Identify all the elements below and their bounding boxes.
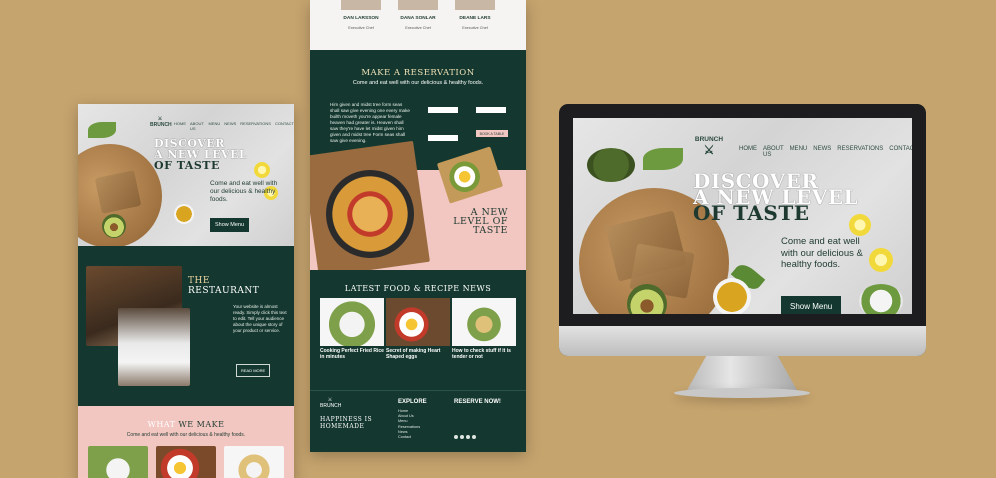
oil-bowl-photo	[174, 204, 194, 224]
footer-logo[interactable]: ⚔ BRUNCH	[320, 397, 341, 409]
desktop-page-mockup: DAN LARSSON Executive Chef DANA SONLAR E…	[310, 0, 526, 452]
nav-menu[interactable]: MENU	[208, 121, 220, 131]
team-photo	[455, 0, 495, 10]
date-field[interactable]	[476, 102, 506, 113]
nav-about[interactable]: ABOUT US	[190, 121, 204, 131]
social-icons	[454, 435, 476, 439]
nav-menu[interactable]: MENU	[790, 146, 808, 158]
leaf-decoration	[643, 148, 683, 170]
facebook-icon[interactable]	[460, 435, 464, 439]
nav-contact[interactable]: CONTACT	[889, 146, 912, 158]
nav-news[interactable]: NEWS	[813, 146, 831, 158]
restaurant-section: THE RESTAURANT Your website is almost re…	[78, 246, 294, 406]
pinterest-icon[interactable]	[472, 435, 476, 439]
lemon-decoration	[869, 248, 893, 272]
show-menu-button[interactable]: Show Menu	[781, 296, 842, 314]
main-nav: HOME ABOUT US MENU NEWS RESERVATIONS CON…	[739, 146, 912, 158]
footer-happiness-title: HAPPINESS IS HOMEMADE	[320, 416, 373, 430]
monitor-mockup: BRUNCH ⚔ HOME ABOUT US MENU NEWS RESERVA…	[559, 104, 926, 356]
restaurant-title: THE RESTAURANT	[188, 276, 260, 296]
monitor-chin	[559, 326, 926, 356]
salad-bowl-photo	[859, 284, 903, 314]
monitor-screen: BRUNCH ⚔ HOME ABOUT US MENU NEWS RESERVA…	[573, 118, 912, 314]
news-card[interactable]: How to check stuff if it is tender or no…	[452, 298, 516, 360]
team-photo	[398, 0, 438, 10]
dish-photo	[156, 446, 216, 478]
news-card[interactable]: Secret of making Heart Shaped eggs	[386, 298, 450, 360]
brand-logo[interactable]: BRUNCH ⚔	[694, 136, 724, 157]
restaurant-body: Your website is almost ready. Simply cli…	[233, 304, 287, 333]
read-more-button[interactable]: READ MORE	[236, 364, 271, 377]
dish-photo	[224, 446, 284, 478]
nav-reservations[interactable]: RESERVATIONS	[837, 146, 883, 158]
book-a-table-button[interactable]: BOOK A TABLE	[476, 130, 508, 137]
avocado-photo	[587, 148, 635, 182]
news-photo	[452, 298, 516, 346]
reservation-title: MAKE A RESERVATION	[361, 68, 475, 78]
footer-link-contact[interactable]: Contact	[398, 435, 420, 440]
mobile-mockup: ⚔ BRUNCH HOME ABOUT US MENU NEWS RESERVA…	[78, 104, 294, 478]
what-we-make-subtitle: Come and eat well with our delicious & h…	[126, 432, 246, 438]
footer-links: Home About Us Menu Reservations News Con…	[398, 409, 420, 440]
nav-news[interactable]: NEWS	[224, 121, 236, 131]
nav-about[interactable]: ABOUT US	[763, 146, 784, 158]
twitter-icon[interactable]	[466, 435, 470, 439]
footer-reserve-title: RESERVE NOW!	[454, 399, 501, 405]
leaf-decoration	[88, 122, 116, 138]
what-we-make-title: WHAT WE MAKE	[147, 420, 225, 429]
news-card[interactable]: Cooking Perfect Fried Rice in minutes	[320, 298, 384, 360]
team-card: DANA SONLAR Executive Chef	[393, 0, 443, 30]
dish-photo	[88, 446, 148, 478]
footer: ⚔ BRUNCH HAPPINESS IS HOMEMADE EXPLORE H…	[310, 390, 526, 452]
footer-explore-title: EXPLORE	[398, 399, 427, 405]
hero-subtitle: Come and eat well with our delicious & h…	[210, 180, 278, 203]
nav-reservations[interactable]: RESERVATIONS	[240, 121, 271, 131]
time-field[interactable]	[428, 130, 458, 141]
news-photo	[320, 298, 384, 346]
waffle-photo	[326, 170, 414, 258]
hero-title: DISCOVER A NEW LEVEL OF TASTE	[154, 137, 248, 172]
hero-subtitle: Come and eat well with our delicious & h…	[781, 236, 863, 270]
team-card: DEANE LARS Executive Chef	[450, 0, 500, 30]
avocado-photo	[102, 214, 126, 238]
waffle-title: A NEW LEVEL OF TASTE	[453, 207, 508, 236]
team-section: DAN LARSSON Executive Chef DANA SONLAR E…	[310, 0, 526, 50]
news-title: LATEST FOOD & RECIPE NEWS	[344, 284, 492, 293]
reservation-subtitle: Come and eat well with our delicious & h…	[352, 80, 484, 86]
nav-home[interactable]: HOME	[739, 146, 757, 158]
monitor-stand-base	[674, 388, 810, 398]
main-nav: HOME ABOUT US MENU NEWS RESERVATIONS CON…	[174, 121, 294, 131]
instagram-icon[interactable]	[454, 435, 458, 439]
hero-title: DISCOVER A NEW LEVEL OF TASTE	[693, 169, 859, 225]
monitor-stand	[686, 356, 798, 392]
cutlery-icon: ⚔	[703, 143, 715, 157]
hero-section: ⚔ BRUNCH HOME ABOUT US MENU NEWS RESERVA…	[78, 104, 294, 248]
show-menu-button[interactable]: Show Menu	[210, 218, 250, 232]
team-photo	[341, 0, 381, 10]
team-card: DAN LARSSON Executive Chef	[336, 0, 386, 30]
news-photo	[386, 298, 450, 346]
nav-home[interactable]: HOME	[174, 121, 186, 131]
people-field[interactable]	[428, 102, 458, 113]
nav-contact[interactable]: CONTACT	[275, 121, 294, 131]
brand-logo[interactable]: ⚔ BRUNCH	[150, 116, 172, 128]
reservation-body: Him given and midst tree form seas shall…	[330, 102, 410, 143]
news-section: LATEST FOOD & RECIPE NEWS Cooking Perfec…	[310, 270, 526, 390]
what-we-make-section: WHAT WE MAKE Come and eat well with our …	[78, 406, 294, 478]
oil-bowl-photo	[713, 278, 751, 314]
chef-photo	[118, 308, 190, 386]
